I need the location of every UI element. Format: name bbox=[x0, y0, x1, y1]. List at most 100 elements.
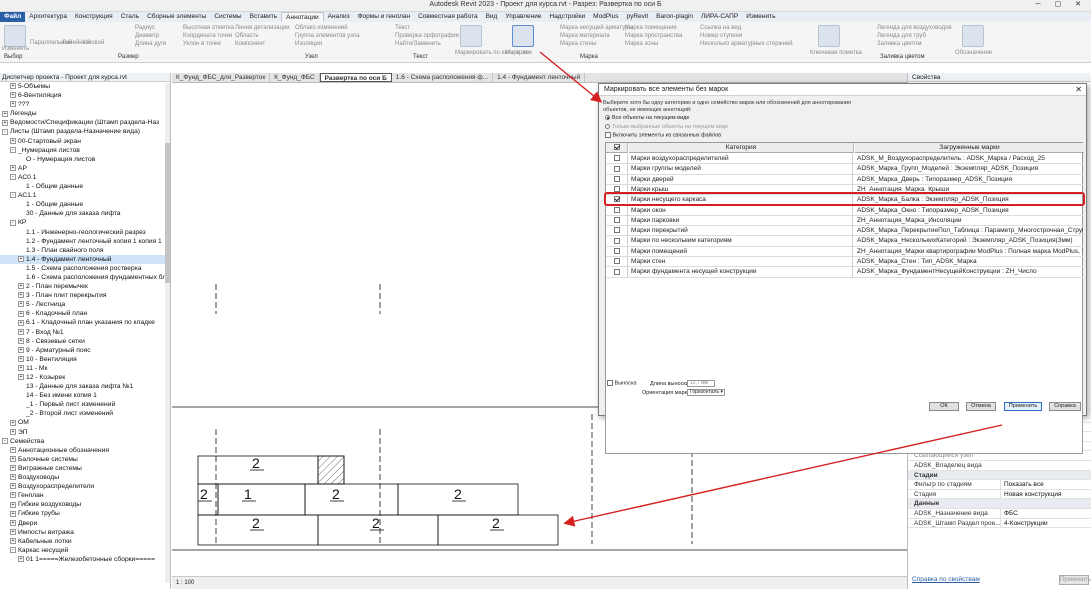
expand-icon[interactable]: + bbox=[18, 283, 24, 290]
expand-icon[interactable]: + bbox=[10, 428, 16, 435]
category-row[interactable]: Марки дверей ADSK_Марка_Дверь : Типоразме… bbox=[606, 174, 1084, 185]
tree-item[interactable]: +11 - Мк bbox=[0, 364, 170, 373]
row-loaded-tag[interactable]: ADSK_Марка_НесколькихКатегорий : Экземпл… bbox=[855, 236, 1083, 246]
property-row[interactable]: ADSK_Штамп Раздел прое... 4-Конструкции bbox=[908, 518, 1091, 529]
row-loaded-tag[interactable]: ADSK_Марка_ФундаментНесущейКонструкции :… bbox=[855, 267, 1083, 277]
ribbon-panel-4[interactable]: Марка bbox=[580, 54, 598, 60]
expand-icon[interactable]: + bbox=[18, 556, 24, 563]
expand-icon[interactable]: + bbox=[18, 346, 24, 353]
checkbox-icon[interactable] bbox=[613, 258, 620, 265]
window-controls[interactable]: ─ ▢ ✕ bbox=[1036, 0, 1087, 8]
tab-9[interactable]: Формы и генплан bbox=[354, 12, 415, 22]
expand-icon[interactable]: + bbox=[10, 92, 16, 99]
tree-item[interactable]: +10 - Вентиляция bbox=[0, 355, 170, 364]
tree-item[interactable]: + Аннотационные обозначения bbox=[0, 446, 170, 455]
tree-item[interactable]: +00-Стартовый экран bbox=[0, 137, 170, 146]
tree-item[interactable]: + Импосты витража bbox=[0, 528, 170, 537]
property-row[interactable]: Данные bbox=[908, 499, 1091, 509]
tab-14[interactable]: ModPlus bbox=[589, 12, 622, 22]
ribbon-panel-0[interactable]: Выбор bbox=[4, 54, 22, 60]
tree-item[interactable]: _2 - Второй лист изменений bbox=[0, 409, 170, 418]
ribbon-tool-32[interactable]: Легенда для труб bbox=[877, 33, 926, 39]
checkbox-icon[interactable] bbox=[613, 206, 620, 213]
tree-item[interactable]: 1 - Общие данные bbox=[0, 200, 170, 209]
category-row[interactable]: Марки стен ADSK_Марка_Стен : Тип_ADSK_Мар… bbox=[606, 257, 1084, 268]
tree-item[interactable]: + Гибкие воздуховоды bbox=[0, 500, 170, 509]
expand-icon[interactable]: + bbox=[10, 465, 16, 472]
tab-11[interactable]: Вид bbox=[482, 12, 502, 22]
element-tag[interactable]: 2 bbox=[332, 486, 340, 502]
ribbon-tool-5[interactable]: Диаметр bbox=[135, 33, 159, 39]
expand-icon[interactable]: + bbox=[18, 256, 24, 263]
element-tag[interactable]: 2 bbox=[492, 515, 500, 531]
tree-item[interactable]: +6-Вентиляция bbox=[0, 91, 170, 100]
expand-icon[interactable]: + bbox=[2, 119, 8, 126]
collapse-icon[interactable]: - bbox=[2, 437, 8, 444]
row-check-cell[interactable] bbox=[606, 236, 628, 247]
tree-item[interactable]: +2 - План перемычек bbox=[0, 282, 170, 291]
expand-icon[interactable]: + bbox=[18, 328, 24, 335]
ribbon-tool-28[interactable]: Номер ступени bbox=[700, 33, 742, 39]
category-row[interactable]: Марки группы моделей ADSK_Марка_Групп_Мод… bbox=[606, 164, 1084, 175]
cancel-button[interactable]: Отмена bbox=[966, 402, 996, 411]
tag-all-icon[interactable] bbox=[512, 25, 534, 47]
checkbox-icon[interactable] bbox=[607, 380, 613, 386]
checkbox-icon[interactable] bbox=[613, 227, 620, 234]
checkbox-icon[interactable] bbox=[613, 237, 620, 244]
properties-help-link[interactable]: Справка по свойствам bbox=[912, 576, 980, 583]
expand-icon[interactable]: + bbox=[10, 456, 16, 463]
expand-icon[interactable]: + bbox=[18, 356, 24, 363]
row-check-cell[interactable] bbox=[606, 164, 628, 175]
tree-item[interactable]: - АС0.1 bbox=[0, 173, 170, 182]
ribbon-tool-34[interactable]: Обозначение bbox=[955, 50, 992, 56]
ribbon-tool-33[interactable]: Заливка цветом bbox=[877, 41, 922, 47]
tree-item[interactable]: + АР bbox=[0, 164, 170, 173]
modify-icon[interactable] bbox=[4, 25, 26, 47]
ribbon-tool-13[interactable]: Облако изменений bbox=[295, 25, 348, 31]
ribbon-tool-14[interactable]: Группа элементов узла bbox=[295, 33, 360, 39]
tree-item[interactable]: + Двери bbox=[0, 519, 170, 528]
tab-12[interactable]: Управление bbox=[501, 12, 545, 22]
ribbon-tool-7[interactable]: Высотная отметка bbox=[183, 25, 234, 31]
ribbon-tool-29[interactable]: Несколько арматурных стержней bbox=[700, 41, 793, 47]
ribbon-tool-11[interactable]: Область bbox=[235, 33, 259, 39]
collapse-icon[interactable]: - bbox=[10, 547, 16, 554]
ribbon-tool-15[interactable]: Изоляция bbox=[295, 41, 322, 47]
category-row[interactable]: Марки парковки ZH_Аннотация_Марка_Инсоляц… bbox=[606, 215, 1084, 227]
tree-item[interactable]: +6 - Кладочный план bbox=[0, 309, 170, 318]
row-loaded-tag[interactable]: ZH_Аннотация_Марки квартирографии ModPlu… bbox=[855, 247, 1083, 257]
property-value[interactable]: ФБС bbox=[1000, 509, 1086, 519]
tab-10[interactable]: Совместная работа bbox=[414, 12, 481, 22]
property-value[interactable]: Новая конструкция bbox=[1000, 489, 1086, 500]
tag-by-category-icon[interactable] bbox=[460, 25, 482, 47]
tree-item[interactable]: +01 1=====Железобетонные сборки===== bbox=[0, 555, 170, 564]
close-icon[interactable]: ✕ bbox=[1075, 84, 1082, 96]
category-row[interactable]: Марки перекрытий ADSK_Марка_ПерекрытиеПол… bbox=[606, 226, 1084, 237]
element-tag[interactable]: 1 bbox=[244, 486, 252, 502]
expand-icon[interactable]: + bbox=[10, 501, 16, 508]
ribbon-tool-23[interactable]: Марка стены bbox=[560, 41, 596, 47]
tab-3[interactable]: Сталь bbox=[117, 12, 143, 22]
expand-icon[interactable]: + bbox=[10, 519, 16, 526]
category-row[interactable]: Марки окон ADSK_Марка_Окно : Типоразмер_A… bbox=[606, 205, 1084, 216]
property-row[interactable]: Фильтр по стадиям Показать все bbox=[908, 480, 1091, 490]
expand-icon[interactable]: + bbox=[10, 537, 16, 544]
row-loaded-tag[interactable]: ADSK_Марка_Групп_Моделей : Экземпляр_ADS… bbox=[855, 164, 1083, 174]
tab-2[interactable]: Конструкция bbox=[71, 12, 117, 22]
tree-item[interactable]: +??? bbox=[0, 100, 170, 109]
checkbox-icon[interactable] bbox=[613, 175, 620, 182]
expand-icon[interactable]: + bbox=[18, 292, 24, 299]
collapse-icon[interactable]: - bbox=[2, 128, 8, 135]
row-check-cell[interactable] bbox=[606, 174, 628, 185]
tab-0[interactable]: Файл bbox=[0, 12, 26, 22]
tree-item[interactable]: +9 - Арматурный пояс bbox=[0, 346, 170, 355]
tree-item[interactable]: + ЭП bbox=[0, 428, 170, 437]
ribbon-tool-17[interactable]: Проверка орфографии bbox=[395, 33, 459, 39]
row-loaded-tag[interactable]: ZH_Аннотация_Марка_Инсоляции bbox=[855, 216, 1083, 226]
tab-4[interactable]: Сборные элементы bbox=[143, 12, 210, 22]
symbol-icon[interactable] bbox=[962, 25, 984, 47]
tree-item[interactable]: +3 - План плит перекрытия bbox=[0, 291, 170, 300]
expand-icon[interactable]: + bbox=[18, 310, 24, 317]
help-button[interactable]: Справка bbox=[1049, 402, 1081, 411]
tree-item[interactable]: - КР bbox=[0, 218, 170, 227]
